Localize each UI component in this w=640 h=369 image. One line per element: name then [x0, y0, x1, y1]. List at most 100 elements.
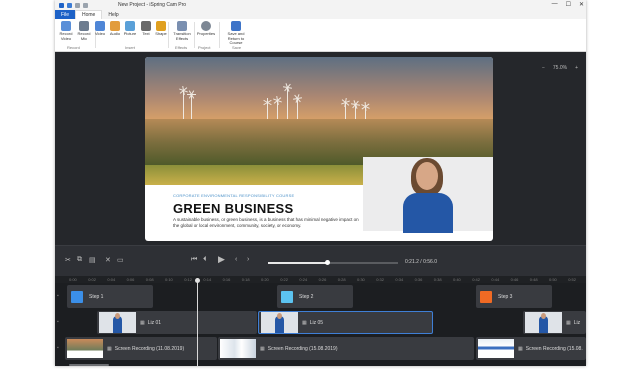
group-record-label: Record [67, 45, 80, 50]
ruler-tick-label: 0:46 [510, 277, 519, 282]
play-icon[interactable]: ▶ [218, 254, 225, 265]
video-clip-label: Liz 01 [147, 319, 162, 326]
maximize-button[interactable]: ☐ [566, 1, 571, 8]
record-video-button[interactable]: Record Video [57, 21, 75, 41]
slide-body-text: A sustainable business, or green busines… [173, 217, 359, 228]
ruler-tick-label: 0:26 [318, 277, 327, 282]
ribbon-tabs: File Home Help [55, 10, 586, 19]
file-tab[interactable]: File [55, 10, 75, 19]
film-icon: ▦ [107, 345, 112, 352]
next-icon[interactable]: › [247, 256, 249, 263]
ruler-tick-label: 0:00 [69, 277, 77, 282]
ribbon-separator [219, 22, 220, 48]
step-2-label: Step 2 [299, 293, 314, 300]
ruler-tick-label: 0:44 [491, 277, 500, 282]
trim-icon[interactable]: ▭ [117, 256, 124, 264]
zoom-control: − 75.0% + [542, 65, 578, 71]
playback-progress-knob[interactable] [324, 260, 330, 265]
cut-icon[interactable]: ✂ [65, 256, 71, 264]
paste-icon[interactable]: ▤ [89, 256, 96, 264]
slide-preview[interactable]: CORPORATE ENVIRONMENTAL RESPONSIBILITY C… [145, 57, 493, 241]
undo-icon[interactable] [75, 2, 80, 8]
group-effects-label: Effects [175, 45, 188, 50]
screen-recording-clip-2[interactable]: ▦ Screen Recording (15.08.2019) [218, 337, 474, 360]
audio-icon [110, 21, 120, 31]
wind-turbine [341, 97, 350, 119]
tab-help[interactable]: Help [102, 10, 124, 19]
record-video-icon [61, 21, 71, 31]
presenter-torso [403, 193, 453, 233]
film-icon: ▦ [566, 319, 571, 326]
zoom-out-button[interactable]: − [542, 65, 545, 71]
ribbon-separator [168, 22, 169, 48]
app-window: New Project - iSpring Cam Pro — ☐ ✕ File… [55, 0, 586, 366]
timeline-scrollbar[interactable] [69, 364, 109, 366]
track-video: ▪ ▦ Liz 01 ▦ Liz 05 ▦ Liz [55, 311, 586, 337]
redo-icon[interactable] [83, 2, 88, 8]
tab-home[interactable]: Home [75, 10, 103, 19]
shape-icon [156, 21, 166, 31]
film-icon: ▦ [140, 319, 145, 326]
step-back-icon[interactable]: ⏴ [203, 256, 207, 264]
save-and-return-label: Save and Return to Course [227, 31, 245, 45]
video-clip-thumbnail [525, 312, 562, 333]
skip-back-icon[interactable]: ⏮ [191, 256, 197, 264]
screen-recording-label: Screen Recording (11.08.2019) [114, 345, 185, 352]
wind-turbine [350, 100, 361, 119]
film-icon: ▦ [260, 345, 265, 352]
preview-canvas[interactable]: − 75.0% + CORPORATE ENVIRONMENTAL RESPON… [55, 52, 586, 245]
close-button[interactable]: ✕ [579, 1, 584, 8]
ruler-tick-label: 0:14 [203, 277, 212, 282]
copy-icon[interactable]: ⧉ [77, 256, 82, 264]
ruler-tick-label: 0:36 [414, 277, 423, 282]
screen-recording-clip-1[interactable]: ▦ Screen Recording (11.08.2019) [65, 337, 217, 360]
ruler-tick-label: 0:02 [88, 277, 96, 282]
video-clip-liz-01[interactable]: ▦ Liz 01 [97, 311, 257, 334]
step-3-clip[interactable]: Step 3 [476, 285, 552, 308]
ruler-tick-label: 0:52 [568, 277, 576, 282]
ruler-tick-label: 0:12 [184, 277, 192, 282]
save-return-icon [231, 21, 241, 31]
zoom-level: 75.0% [552, 65, 568, 71]
ruler-tick-label: 0:50 [549, 277, 557, 282]
sunset-sky-image [145, 57, 493, 127]
ruler-tick-label: 0:40 [453, 277, 461, 282]
presenter-face [416, 162, 438, 190]
properties-label: Properties [196, 31, 216, 36]
video-clip-liz-05[interactable]: ▦ Liz 05 [258, 311, 433, 334]
timeline-playhead[interactable] [195, 278, 200, 366]
video-clip-label: Liz [573, 319, 581, 326]
transition-effects-label: Transition Effects [173, 31, 191, 41]
film-icon: ▦ [302, 319, 307, 326]
ruler-tick-label: 0:24 [299, 277, 308, 282]
step-1-clip[interactable]: Step 1 [67, 285, 153, 308]
playback-progress-bar[interactable] [268, 260, 398, 265]
ruler-tick-label: 0:06 [126, 277, 135, 282]
video-clip-thumbnail [99, 312, 136, 333]
presenter-video-overlay[interactable] [363, 157, 493, 233]
zoom-in-button[interactable]: + [575, 65, 578, 71]
screen-recording-clip-3[interactable]: ▦ Screen Recording (15.08. [476, 337, 586, 360]
screen-recording-label: Screen Recording (15.08. [525, 345, 583, 352]
step-3-label: Step 3 [498, 293, 513, 300]
step-2-clip[interactable]: Step 2 [277, 285, 353, 308]
picture-label: Picture [123, 31, 137, 36]
window-controls: — ☐ ✕ [552, 1, 584, 8]
previous-icon[interactable]: ‹ [235, 256, 237, 263]
ruler-tick-label: 0:30 [357, 277, 365, 282]
video-icon [95, 21, 105, 31]
properties-button[interactable]: Properties [196, 21, 216, 37]
minimize-button[interactable]: — [552, 1, 558, 8]
save-icon[interactable] [67, 2, 72, 8]
wind-turbine [273, 95, 282, 119]
ruler-tick-label: 0:42 [472, 277, 480, 282]
quick-access-toolbar [59, 2, 88, 8]
video-clip-liz[interactable]: ▦ Liz [523, 311, 586, 334]
transition-effects-button[interactable]: Transition Effects [172, 21, 192, 41]
picture-icon [125, 21, 135, 31]
lane-icon: ▪ [57, 319, 59, 325]
save-and-return-button[interactable]: Save and Return to Course [222, 21, 250, 46]
lane-icon: ▪ [57, 345, 59, 351]
delete-icon[interactable]: ✕ [105, 256, 111, 264]
group-project-label: Project [198, 45, 211, 50]
